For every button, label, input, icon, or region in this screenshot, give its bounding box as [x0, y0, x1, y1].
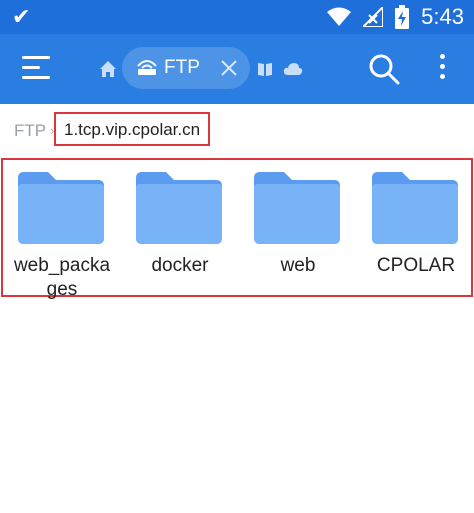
folder-name: web: [280, 255, 316, 276]
book-icon[interactable]: [257, 61, 273, 77]
status-time: 5:43: [421, 4, 464, 29]
status-bar: ✔ 5:43: [0, 0, 474, 34]
breadcrumb: FTP › 1.tcp.vip.cpolar.cn: [0, 110, 474, 150]
folder-icon: [18, 172, 104, 244]
folder-item[interactable]: docker: [121, 160, 239, 295]
folder-name: web_packa ges: [13, 255, 111, 300]
cloud-icon[interactable]: [283, 61, 303, 77]
breadcrumb-root[interactable]: FTP: [14, 121, 46, 141]
folder-item[interactable]: web_packa ges: [3, 160, 121, 300]
status-icons: 5:43: [327, 0, 464, 34]
more-vert-icon[interactable]: [436, 54, 448, 84]
folder-name: docker: [151, 255, 209, 276]
battery-charging-icon: [395, 5, 410, 29]
folder-grid: web_packa ges docker web CPOLAR: [1, 158, 474, 300]
signal-icon: [363, 7, 384, 27]
folder-item[interactable]: CPOLAR: [357, 160, 474, 295]
ftp-icon: [137, 60, 157, 75]
wifi-icon: [327, 7, 352, 26]
folder-name: CPOLAR: [376, 255, 456, 276]
hamburger-menu-icon[interactable]: [22, 56, 50, 82]
folder-icon: [254, 172, 340, 244]
folder-icon: [136, 172, 222, 244]
app-bar: FTP: [0, 34, 474, 104]
tab-ftp-label: FTP: [164, 57, 200, 78]
breadcrumb-current[interactable]: 1.tcp.vip.cpolar.cn: [54, 112, 210, 146]
folder-icon: [372, 172, 458, 244]
download-done-icon: ✔: [12, 4, 31, 29]
folder-item[interactable]: web: [239, 160, 357, 295]
close-icon[interactable]: [219, 58, 239, 78]
tab-ftp[interactable]: FTP: [122, 47, 250, 89]
home-icon[interactable]: [99, 60, 117, 78]
search-icon[interactable]: [368, 53, 400, 85]
